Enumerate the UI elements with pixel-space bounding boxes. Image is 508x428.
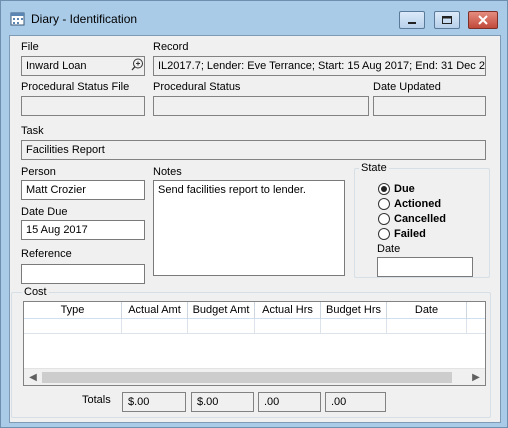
diary-window: Diary - Identification File Inward Loan … — [0, 0, 508, 428]
procedural-status-file-field[interactable] — [21, 96, 145, 116]
reference-field[interactable] — [21, 264, 145, 284]
state-group: State Due Actioned Cancelled Failed Date — [354, 162, 490, 278]
task-value: Facilities Report — [26, 144, 105, 156]
state-date-field[interactable] — [377, 257, 473, 277]
title-bar[interactable]: Diary - Identification — [1, 1, 507, 35]
date-due-label: Date Due — [21, 206, 68, 218]
state-option-due[interactable]: Due — [378, 182, 415, 196]
notes-value: Send facilities report to lender. — [158, 184, 306, 196]
minimize-button[interactable] — [399, 11, 425, 29]
person-value: Matt Crozier — [26, 184, 86, 196]
state-label: State — [359, 162, 389, 174]
window-title: Diary - Identification — [31, 12, 138, 26]
file-value: Inward Loan — [26, 60, 87, 72]
scroll-thumb[interactable] — [42, 372, 452, 383]
state-option-cancelled[interactable]: Cancelled — [378, 212, 446, 226]
radio-due[interactable] — [378, 183, 390, 195]
reference-label: Reference — [21, 248, 72, 260]
procedural-status-label: Procedural Status — [153, 81, 241, 93]
column-header-filler — [467, 302, 485, 319]
maximize-button[interactable] — [434, 11, 460, 29]
date-due-field[interactable]: 15 Aug 2017 — [21, 220, 145, 240]
state-date-label: Date — [377, 243, 401, 255]
person-label: Person — [21, 166, 56, 178]
form-body: File Inward Loan Record IL2017.7; Lender… — [9, 35, 501, 423]
cost-grid-header: Type Actual Amt Budget Amt Actual Hrs Bu… — [24, 302, 485, 319]
notes-label: Notes — [153, 166, 182, 178]
horizontal-scrollbar[interactable]: ◀ ▶ — [24, 368, 485, 385]
column-header-actual-hrs[interactable]: Actual Hrs — [255, 302, 321, 319]
record-value: IL2017.7; Lender: Eve Terrance; Start: 1… — [158, 60, 485, 72]
cost-grid[interactable]: Type Actual Amt Budget Amt Actual Hrs Bu… — [23, 301, 486, 386]
minimize-icon — [408, 22, 416, 24]
state-option-failed[interactable]: Failed — [378, 227, 426, 241]
total-budget-amt: $.00 — [191, 392, 254, 412]
date-updated-label: Date Updated — [373, 81, 441, 93]
column-header-type[interactable]: Type — [24, 302, 122, 319]
close-button[interactable] — [468, 11, 498, 29]
record-field[interactable]: IL2017.7; Lender: Eve Terrance; Start: 1… — [153, 56, 486, 76]
cost-label: Cost — [22, 286, 49, 298]
total-actual-hrs: .00 — [258, 392, 321, 412]
radio-cancelled[interactable] — [378, 213, 390, 225]
task-label: Task — [21, 125, 44, 137]
task-field[interactable]: Facilities Report — [21, 140, 486, 160]
total-actual-amt: $.00 — [122, 392, 186, 412]
maximize-icon — [442, 16, 452, 24]
close-icon — [478, 15, 488, 25]
procedural-status-file-label: Procedural Status File — [21, 81, 130, 93]
scroll-left-icon[interactable]: ◀ — [25, 370, 41, 385]
calendar-icon — [10, 12, 25, 26]
zoom-in-icon[interactable] — [131, 58, 144, 71]
column-header-actual-amt[interactable]: Actual Amt — [122, 302, 188, 319]
date-updated-field[interactable] — [373, 96, 486, 116]
scroll-right-icon[interactable]: ▶ — [468, 370, 484, 385]
column-header-date[interactable]: Date — [387, 302, 467, 319]
person-field[interactable]: Matt Crozier — [21, 180, 145, 200]
record-label: Record — [153, 41, 189, 53]
column-header-budget-hrs[interactable]: Budget Hrs — [321, 302, 387, 319]
state-option-actioned[interactable]: Actioned — [378, 197, 441, 211]
total-budget-hrs: .00 — [325, 392, 386, 412]
totals-label: Totals — [82, 394, 111, 406]
radio-failed[interactable] — [378, 228, 390, 240]
notes-field[interactable]: Send facilities report to lender. — [153, 180, 345, 276]
date-due-value: 15 Aug 2017 — [26, 224, 88, 236]
file-field[interactable]: Inward Loan — [21, 56, 145, 76]
table-row[interactable] — [24, 319, 485, 334]
column-header-budget-amt[interactable]: Budget Amt — [188, 302, 255, 319]
procedural-status-field[interactable] — [153, 96, 369, 116]
radio-actioned[interactable] — [378, 198, 390, 210]
file-label: File — [21, 41, 39, 53]
